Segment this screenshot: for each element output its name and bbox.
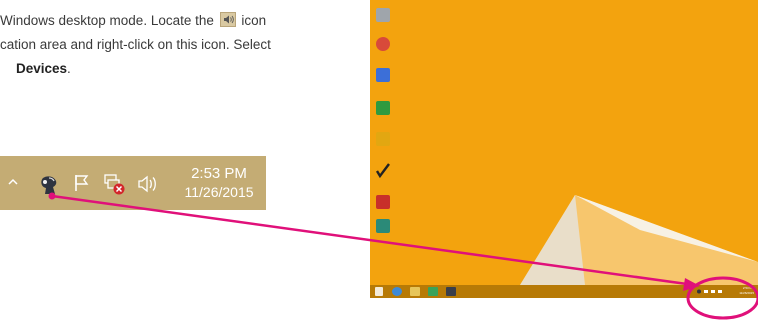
app-green-icon[interactable]	[372, 219, 394, 238]
tray-date[interactable]: 11/26/2015	[178, 184, 260, 200]
google-slides-icon[interactable]	[372, 132, 394, 151]
store-icon[interactable]	[428, 287, 438, 296]
instruction-line-2: cation area and right-click on this icon…	[0, 37, 271, 52]
google-docs-icon[interactable]	[372, 68, 394, 87]
tray-clock-mini[interactable]: 2:53 PM 11/26/2015	[739, 286, 754, 296]
show-hidden-icons-arrow-icon[interactable]	[8, 178, 18, 186]
app-red-icon[interactable]	[372, 195, 394, 214]
realtek-taskbar-icon[interactable]	[446, 287, 456, 296]
google-sheets-icon[interactable]	[372, 101, 394, 120]
tray-icons-mini[interactable]	[696, 288, 726, 295]
start-button-icon[interactable]	[375, 287, 383, 296]
internet-explorer-icon[interactable]	[392, 287, 402, 296]
zoomed-notification-area: 2:53 PM 11/26/2015	[0, 156, 266, 210]
instruction-line-1-tail: icon	[241, 13, 267, 28]
tray-time[interactable]: 2:53 PM	[178, 165, 260, 182]
instruction-line-1-text: Windows desktop mode. Locate the	[0, 13, 214, 28]
nero-icon[interactable]	[372, 163, 394, 189]
instruction-line-3-tail: .	[67, 61, 71, 76]
google-chrome-icon[interactable]	[372, 37, 394, 56]
speaker-inline-icon	[219, 12, 236, 27]
network-disconnected-icon[interactable]	[102, 172, 126, 196]
taskbar: 2:53 PM 11/26/2015	[370, 285, 758, 298]
instruction-line-1: Windows desktop mode. Locate the icon	[0, 10, 266, 32]
realtek-audio-manager-icon[interactable]	[36, 172, 62, 198]
action-center-flag-icon[interactable]	[72, 173, 92, 193]
file-explorer-icon[interactable]	[410, 287, 420, 296]
instruction-line-3: Devices.	[16, 58, 71, 80]
desktop-wallpaper	[370, 0, 758, 298]
recycle-bin-icon[interactable]	[372, 8, 394, 27]
desktop-screenshot: 2:53 PM 11/26/2015	[370, 0, 758, 298]
speaker-volume-icon[interactable]	[136, 174, 158, 194]
devices-label: Devices	[16, 61, 68, 76]
